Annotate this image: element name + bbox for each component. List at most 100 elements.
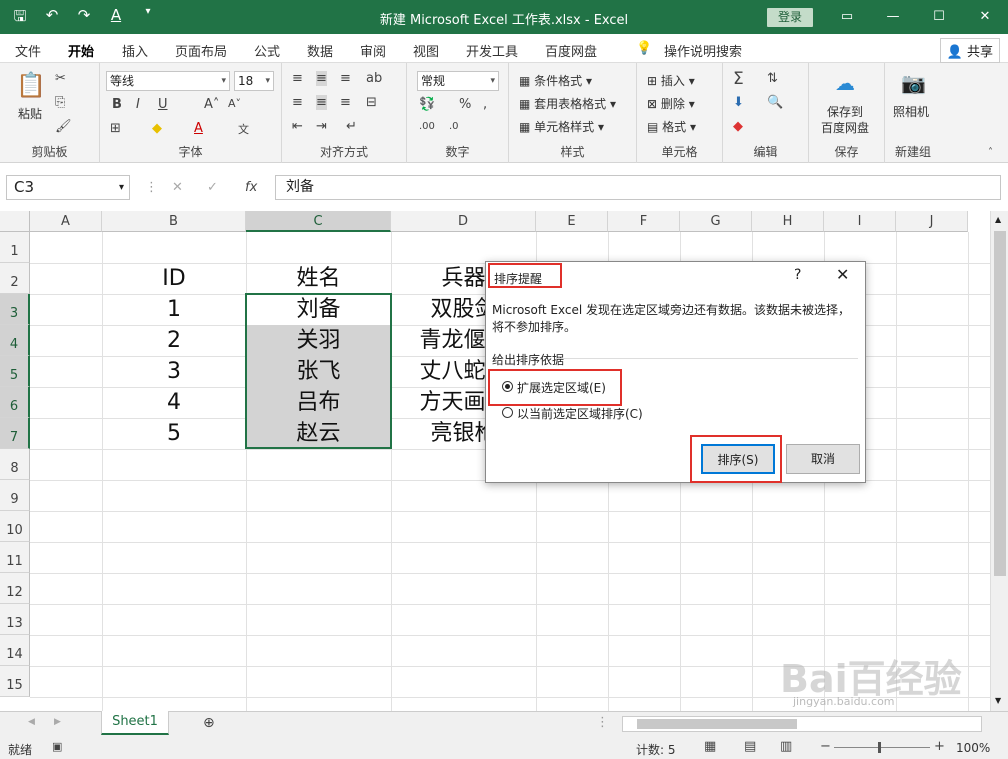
col-header-i[interactable]: I: [824, 211, 896, 232]
tab-formulas[interactable]: 公式: [254, 41, 280, 60]
radio-current-label[interactable]: 以当前选定区域排序(C): [517, 405, 643, 422]
font-size-select[interactable]: 18 ▾: [234, 71, 274, 91]
paste-icon[interactable]: 📋: [16, 71, 46, 99]
increase-decimal-icon[interactable]: .00: [419, 121, 435, 132]
tab-review[interactable]: 审阅: [360, 41, 386, 60]
cell-b4[interactable]: 2: [102, 325, 246, 356]
clear-icon[interactable]: ◆: [733, 119, 743, 134]
tab-file[interactable]: 文件: [15, 41, 41, 60]
find-icon[interactable]: 🔍: [767, 95, 783, 110]
conditional-format-button[interactable]: ▦ 条件格式 ▾: [519, 72, 592, 89]
comma-icon[interactable]: ,: [483, 97, 487, 112]
cancel-button[interactable]: 取消: [786, 444, 860, 474]
orientation-icon[interactable]: ab: [366, 71, 382, 86]
tab-view[interactable]: 视图: [413, 41, 439, 60]
formula-input[interactable]: 刘备: [275, 175, 1001, 200]
bold-icon[interactable]: B: [112, 97, 122, 112]
currency-icon[interactable]: 💱: [419, 97, 435, 112]
row-header-4[interactable]: 4: [0, 325, 30, 356]
row-header-5[interactable]: 5: [0, 356, 30, 387]
align-middle-icon[interactable]: ≡: [316, 71, 327, 86]
font-color-icon[interactable]: A: [106, 6, 126, 31]
cell-c4[interactable]: 关羽: [246, 325, 391, 356]
fill-color-icon[interactable]: ◆: [152, 121, 162, 136]
merge-icon[interactable]: ⊟: [366, 95, 377, 110]
share-button[interactable]: 👤 共享: [939, 38, 1000, 63]
name-box[interactable]: C3 ▾: [6, 175, 130, 200]
align-top-icon[interactable]: ≡: [292, 71, 303, 86]
cell-c7[interactable]: 赵云: [246, 418, 391, 449]
tab-insert[interactable]: 插入: [122, 41, 148, 60]
collapse-ribbon-icon[interactable]: ˄: [988, 147, 993, 158]
minimize-icon[interactable]: —: [870, 0, 916, 34]
table-format-button[interactable]: ▦ 套用表格格式 ▾: [519, 95, 616, 112]
scroll-down-icon[interactable]: ▼: [995, 696, 1001, 705]
paste-label[interactable]: 粘贴: [18, 105, 42, 122]
format-painter-icon[interactable]: 🖌: [55, 119, 72, 134]
scroll-up-icon[interactable]: ▲: [995, 215, 1001, 224]
row-header-3[interactable]: 3: [0, 294, 30, 325]
save-icon[interactable]: 🖫: [10, 6, 30, 31]
increase-indent-icon[interactable]: ⇥: [316, 119, 327, 134]
percent-icon[interactable]: %: [459, 97, 471, 112]
col-header-h[interactable]: H: [752, 211, 824, 232]
cell-b5[interactable]: 3: [102, 356, 246, 387]
camera-icon[interactable]: 📷: [901, 71, 926, 95]
align-right-icon[interactable]: ≡: [340, 95, 351, 110]
cell-c2[interactable]: 姓名: [246, 263, 391, 294]
cell-c6[interactable]: 吕布: [246, 387, 391, 418]
cell-b7[interactable]: 5: [102, 418, 246, 449]
row-header-7[interactable]: 7: [0, 418, 30, 449]
ribbon-display-icon[interactable]: ▭: [824, 0, 870, 34]
zoom-slider[interactable]: [834, 747, 930, 748]
page-break-icon[interactable]: ▥: [780, 739, 792, 754]
fill-icon[interactable]: ⬇: [733, 95, 744, 110]
cell-b6[interactable]: 4: [102, 387, 246, 418]
prev-sheet-icon[interactable]: ◀: [28, 717, 35, 727]
autosum-icon[interactable]: Σ: [733, 69, 744, 89]
format-cells-button[interactable]: ▤ 格式 ▾: [647, 118, 696, 135]
tab-developer[interactable]: 开发工具: [466, 41, 518, 60]
col-header-e[interactable]: E: [536, 211, 608, 232]
font-color-icon[interactable]: A: [194, 121, 203, 136]
zoom-in-icon[interactable]: +: [934, 739, 945, 754]
cell-c5[interactable]: 张飞: [246, 356, 391, 387]
align-left-icon[interactable]: ≡: [292, 95, 303, 110]
insert-function-icon[interactable]: fx: [245, 180, 257, 195]
phonetic-icon[interactable]: 文: [238, 121, 249, 137]
align-bottom-icon[interactable]: ≡: [340, 71, 351, 86]
italic-icon[interactable]: I: [136, 97, 140, 112]
close-icon[interactable]: ✕: [836, 265, 849, 284]
tab-data[interactable]: 数据: [307, 41, 333, 60]
baidu-cloud-icon[interactable]: ☁: [835, 71, 855, 95]
confirm-entry-icon[interactable]: ✓: [207, 180, 218, 195]
align-center-icon[interactable]: ≡: [316, 95, 327, 110]
tell-me-search[interactable]: 操作说明搜索: [664, 41, 742, 60]
row-header-1[interactable]: 1: [0, 232, 30, 263]
row-header-12[interactable]: 12: [0, 573, 30, 604]
row-header-10[interactable]: 10: [0, 511, 30, 542]
next-sheet-icon[interactable]: ▶: [54, 717, 61, 727]
row-header-9[interactable]: 9: [0, 480, 30, 511]
close-icon[interactable]: ✕: [962, 0, 1008, 34]
sort-filter-icon[interactable]: ⇅: [767, 71, 778, 86]
maximize-icon[interactable]: ☐: [916, 0, 962, 34]
border-icon[interactable]: ⊞: [110, 121, 121, 136]
redo-icon[interactable]: ↷: [74, 6, 94, 31]
chevron-down-icon[interactable]: ▾: [119, 176, 124, 199]
undo-icon[interactable]: ↶: [42, 6, 62, 31]
vertical-scrollbar[interactable]: ▲ ▼: [990, 211, 1008, 711]
scrollbar-thumb[interactable]: [994, 231, 1006, 576]
decrease-font-icon[interactable]: A˅: [228, 97, 241, 110]
zoom-slider-thumb[interactable]: [878, 742, 881, 753]
col-header-b[interactable]: B: [102, 211, 246, 232]
row-header-15[interactable]: 15: [0, 666, 30, 697]
select-all-corner[interactable]: [0, 211, 30, 232]
col-header-c[interactable]: C: [246, 211, 391, 232]
h-scrollbar-thumb[interactable]: [637, 719, 797, 729]
cell-c3[interactable]: 刘备: [246, 294, 391, 325]
tab-page-layout[interactable]: 页面布局: [175, 41, 227, 60]
macro-record-icon[interactable]: ▣: [52, 740, 62, 753]
row-header-6[interactable]: 6: [0, 387, 30, 418]
row-header-8[interactable]: 8: [0, 449, 30, 480]
